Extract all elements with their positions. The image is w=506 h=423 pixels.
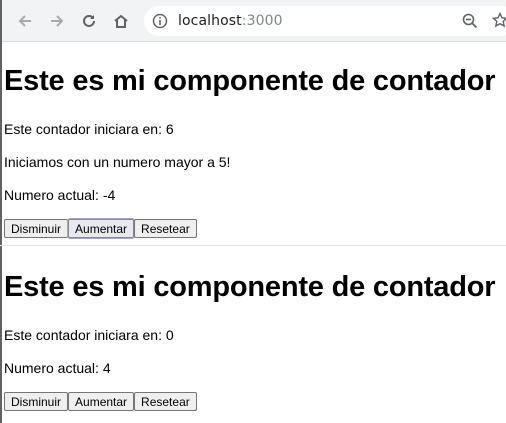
increase-button[interactable]: Aumentar: [68, 392, 135, 411]
browser-toolbar: localhost:3000: [0, 0, 506, 42]
reset-button[interactable]: Resetear: [134, 219, 197, 238]
bookmark-star-icon[interactable]: [491, 11, 506, 33]
divider: [0, 245, 506, 246]
back-arrow-icon[interactable]: [13, 9, 37, 33]
decrease-button[interactable]: Disminuir: [4, 392, 69, 411]
info-icon[interactable]: [152, 13, 168, 34]
url-port: :3000: [241, 13, 283, 29]
url-text[interactable]: localhost:3000: [178, 13, 283, 29]
url-host: localhost: [178, 13, 242, 29]
decrease-button[interactable]: Disminuir: [4, 219, 69, 238]
message-text: Iniciamos con un numero mayor a 5!: [4, 154, 231, 170]
start-value-text: Este contador iniciara en: 6: [4, 121, 174, 137]
window-edge: [0, 0, 2, 42]
current-value-text: Numero actual: 4: [4, 360, 111, 376]
reset-button[interactable]: Resetear: [134, 392, 197, 411]
forward-arrow-icon[interactable]: [45, 9, 69, 33]
current-value-text: Numero actual: -4: [4, 187, 116, 203]
increase-button[interactable]: Aumentar: [67, 218, 136, 239]
reload-icon[interactable]: [77, 9, 101, 33]
address-bar[interactable]: localhost:3000: [144, 6, 506, 36]
zoom-out-icon[interactable]: [462, 13, 478, 34]
counter-buttons: Disminuir Aumentar Resetear: [4, 218, 197, 239]
start-value-text: Este contador iniciara en: 0: [4, 327, 174, 343]
window-edge: [0, 42, 2, 423]
counter-title: Este es mi componente de contador: [4, 65, 496, 97]
counter-buttons: Disminuir Aumentar Resetear: [4, 392, 197, 411]
counter-title: Este es mi componente de contador: [4, 271, 496, 303]
home-icon[interactable]: [109, 9, 133, 33]
